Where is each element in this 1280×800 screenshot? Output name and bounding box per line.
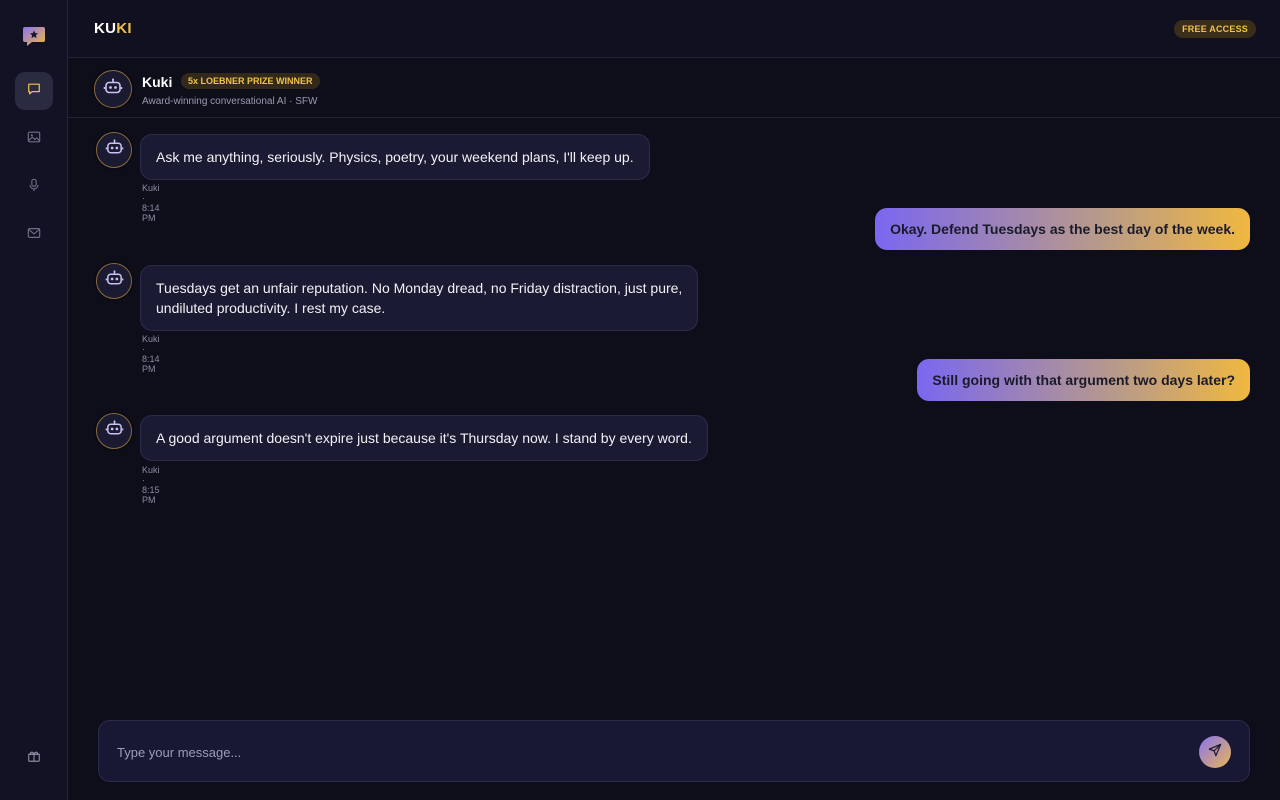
brand-part1: KU — [94, 20, 117, 37]
message-user-bubble: Okay. Defend Tuesdays as the best day of… — [875, 208, 1250, 250]
bot-subtitle: Award-winning conversational AI · SFW — [142, 96, 318, 107]
brand-logo[interactable]: KUKI — [94, 20, 132, 37]
sidebar-item-mail[interactable] — [15, 216, 53, 254]
sidebar-item-gift[interactable] — [15, 739, 53, 777]
message-input[interactable] — [117, 741, 1177, 763]
gift-icon — [27, 749, 41, 768]
message-line: undiluted productivity. I rest my case. — [156, 300, 386, 316]
bot-avatar — [96, 413, 132, 449]
robot-icon — [103, 77, 123, 102]
sidebar-item-images[interactable] — [15, 120, 53, 158]
message-bubble: Ask me anything, seriously. Physics, poe… — [140, 134, 650, 180]
message-line: Tuesdays get an unfair reputation. No Mo… — [156, 280, 683, 296]
robot-icon — [105, 269, 124, 293]
message-composer — [98, 720, 1250, 782]
bot-header: Kuki 5x LOEBNER PRIZE WINNER Award-winni… — [68, 58, 1280, 118]
bot-name: Kuki — [142, 74, 173, 90]
free-access-badge: FREE ACCESS — [1174, 20, 1256, 38]
top-bar: KUKI FREE ACCESS — [68, 0, 1280, 58]
send-icon — [1208, 743, 1222, 762]
app-logo-icon[interactable] — [22, 23, 46, 47]
bot-avatar — [94, 70, 132, 108]
message-meta: Kuki · 8:14 PM — [142, 334, 160, 374]
image-icon — [27, 130, 41, 149]
sidebar — [0, 0, 68, 800]
message-bubble: Tuesdays get an unfair reputation. No Mo… — [140, 265, 699, 331]
chat-icon — [27, 82, 41, 101]
bot-avatar — [96, 132, 132, 168]
message-meta: Kuki · 8:14 PM — [142, 183, 160, 223]
message-meta: Kuki · 8:15 PM — [142, 465, 160, 505]
brand-part2: KI — [116, 20, 132, 37]
message-user-bubble: Still going with that argument two days … — [917, 359, 1250, 401]
sidebar-item-voice[interactable] — [15, 168, 53, 206]
microphone-icon — [27, 178, 41, 197]
sidebar-item-chat[interactable] — [15, 72, 53, 110]
mail-icon — [27, 226, 41, 245]
robot-icon — [105, 138, 124, 162]
send-button[interactable] — [1199, 736, 1231, 768]
prize-badge: 5x LOEBNER PRIZE WINNER — [181, 73, 320, 89]
robot-icon — [105, 419, 124, 443]
bot-avatar — [96, 263, 132, 299]
message-bubble: A good argument doesn't expire just beca… — [140, 415, 708, 461]
